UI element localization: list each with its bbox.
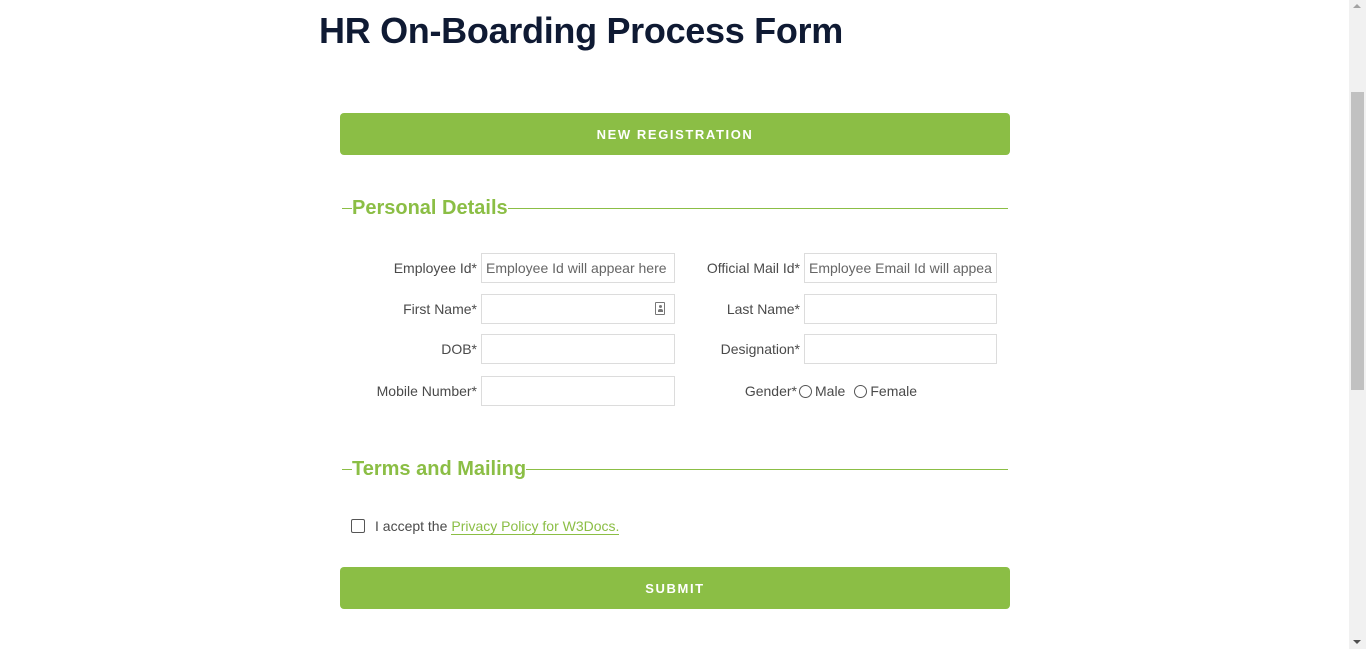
page: HR On-Boarding Process Form NEW REGISTRA… bbox=[0, 0, 1366, 649]
scroll-up-arrow-icon[interactable] bbox=[1353, 4, 1361, 8]
privacy-accept-text: I accept the bbox=[375, 518, 448, 534]
page-title: HR On-Boarding Process Form bbox=[319, 10, 843, 51]
employee-id-label: Employee Id* bbox=[393, 260, 477, 276]
first-name-input[interactable] bbox=[481, 294, 675, 324]
new-registration-button[interactable]: NEW REGISTRATION bbox=[340, 113, 1010, 155]
privacy-policy-link[interactable]: Privacy Policy for W3Docs. bbox=[451, 518, 620, 535]
first-name-label: First Name* bbox=[403, 301, 477, 317]
employee-id-input[interactable] bbox=[481, 253, 675, 283]
dob-input[interactable] bbox=[481, 334, 675, 364]
mobile-number-input[interactable] bbox=[481, 376, 675, 406]
gender-label: Gender* bbox=[744, 383, 797, 399]
designation-input[interactable] bbox=[804, 334, 997, 364]
last-name-input[interactable] bbox=[804, 294, 997, 324]
terms-mailing-legend: Terms and Mailing bbox=[342, 455, 1008, 483]
female-label: Female bbox=[870, 383, 918, 399]
privacy-checkbox[interactable] bbox=[351, 519, 365, 533]
personal-details-title: Personal Details bbox=[352, 194, 508, 222]
scroll-down-arrow-icon[interactable] bbox=[1353, 640, 1361, 644]
gender-option-male[interactable]: Male bbox=[798, 383, 845, 399]
scroll-thumb[interactable] bbox=[1351, 92, 1364, 390]
male-radio[interactable] bbox=[799, 384, 812, 398]
male-label: Male bbox=[815, 383, 846, 399]
vertical-scrollbar[interactable] bbox=[1349, 0, 1366, 649]
female-radio[interactable] bbox=[854, 384, 868, 398]
gender-option-female[interactable]: Female bbox=[853, 383, 917, 399]
personal-details-legend: Personal Details bbox=[342, 194, 1008, 222]
official-mail-label: Official Mail Id* bbox=[706, 260, 800, 276]
mobile-number-label: Mobile Number* bbox=[376, 383, 477, 399]
designation-label: Designation* bbox=[720, 341, 800, 357]
gender-group: Gender* Male Female bbox=[745, 376, 925, 406]
privacy-accept-row: I accept the Privacy Policy for W3Docs. bbox=[351, 515, 620, 537]
terms-mailing-title: Terms and Mailing bbox=[352, 455, 527, 483]
official-mail-input[interactable] bbox=[804, 253, 997, 283]
last-name-label: Last Name* bbox=[726, 301, 800, 317]
submit-button[interactable]: SUBMIT bbox=[340, 567, 1010, 609]
dob-label: DOB* bbox=[441, 341, 477, 357]
legend-tick bbox=[342, 469, 352, 470]
legend-tick bbox=[342, 208, 352, 209]
